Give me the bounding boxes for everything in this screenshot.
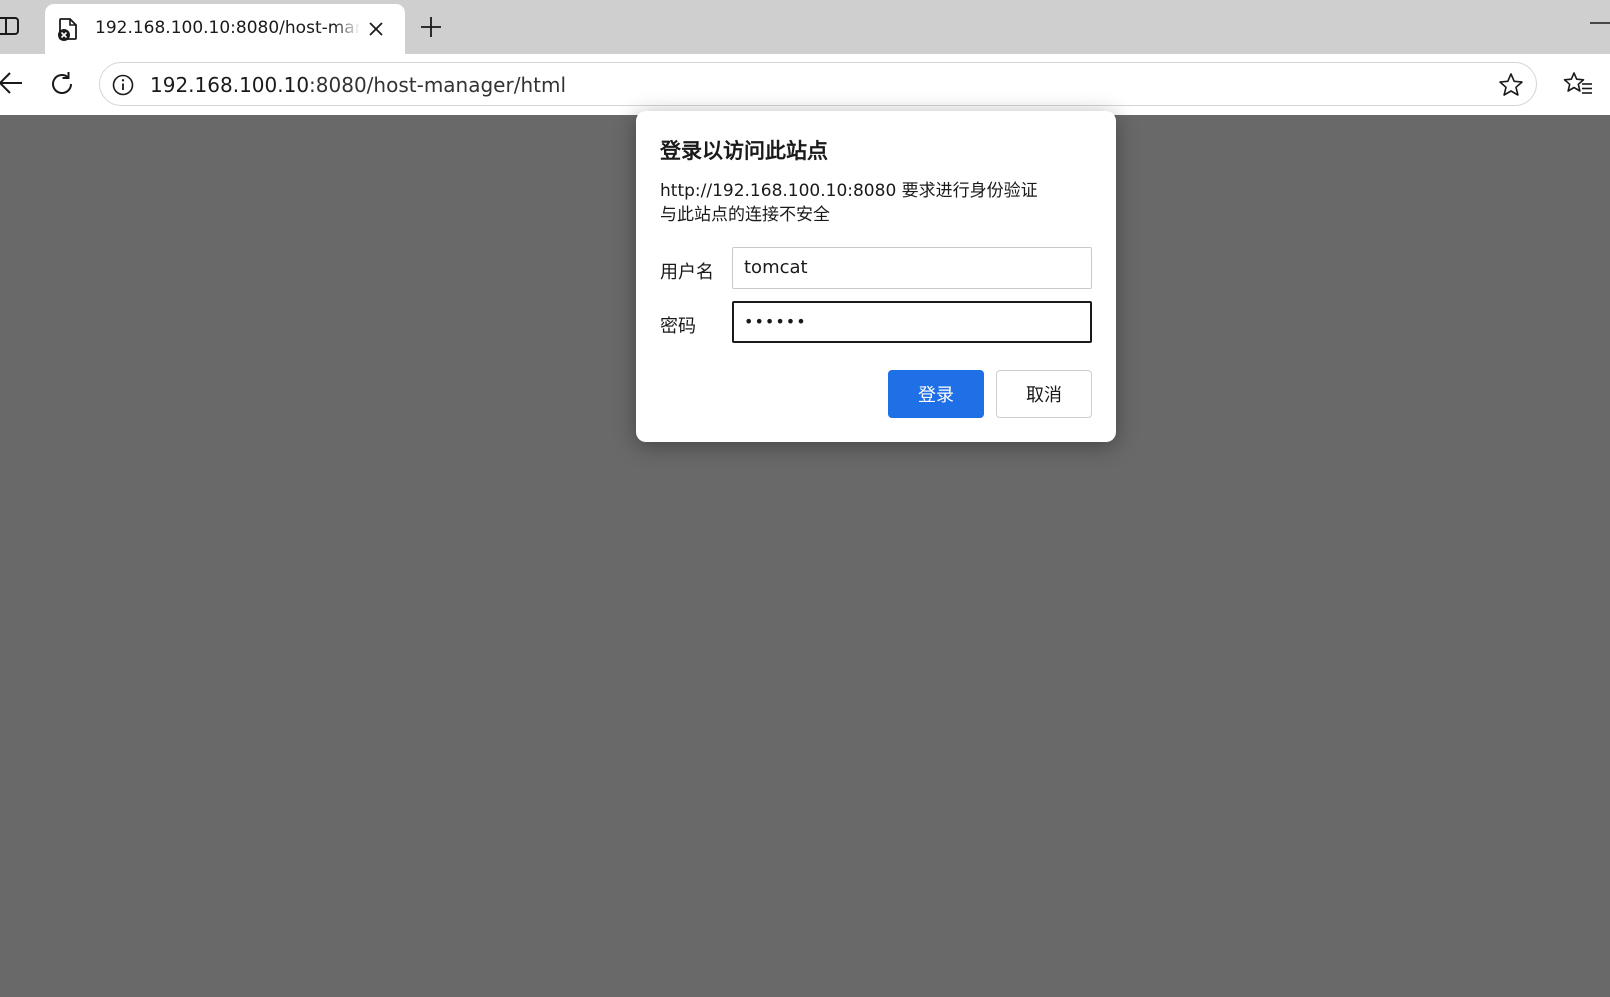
- cancel-button[interactable]: 取消: [996, 370, 1092, 418]
- username-field[interactable]: tomcat: [732, 247, 1092, 289]
- dialog-title: 登录以访问此站点: [660, 139, 828, 163]
- close-icon[interactable]: [363, 16, 389, 42]
- auth-dialog: 登录以访问此站点 http://192.168.100.10:8080 要求进行…: [636, 111, 1116, 442]
- url-text[interactable]: 192.168.100.10:8080/host-manager/html: [150, 73, 566, 97]
- address-bar[interactable]: 192.168.100.10:8080/host-manager/html: [99, 62, 1537, 106]
- password-field[interactable]: ••••••: [732, 301, 1092, 343]
- error-page-icon: [55, 16, 81, 42]
- info-icon[interactable]: [112, 74, 134, 96]
- dialog-warning-message: 与此站点的连接不安全: [660, 205, 830, 225]
- minimize-icon[interactable]: [1586, 12, 1610, 36]
- browser-toolbar: 192.168.100.10:8080/host-manager/html: [0, 54, 1610, 115]
- star-icon[interactable]: [1498, 72, 1524, 98]
- login-button[interactable]: 登录: [888, 370, 984, 418]
- reload-icon[interactable]: [48, 70, 76, 98]
- favorites-icon[interactable]: [1563, 70, 1593, 98]
- dialog-origin-message: http://192.168.100.10:8080 要求进行身份验证: [660, 181, 1038, 201]
- tab-actions-icon[interactable]: [0, 13, 22, 39]
- url-path: :8080/host-manager/html: [309, 73, 566, 97]
- tab-title: 192.168.100.10:8080/host-manager/html: [95, 18, 360, 38]
- password-label: 密码: [660, 316, 696, 337]
- username-label: 用户名: [660, 262, 714, 283]
- tab-strip: 192.168.100.10:8080/host-manager/html: [0, 0, 1610, 54]
- url-host: 192.168.100.10: [150, 73, 310, 97]
- back-arrow-icon[interactable]: [0, 70, 26, 96]
- active-tab[interactable]: 192.168.100.10:8080/host-manager/html: [45, 4, 405, 54]
- plus-icon[interactable]: [418, 14, 444, 40]
